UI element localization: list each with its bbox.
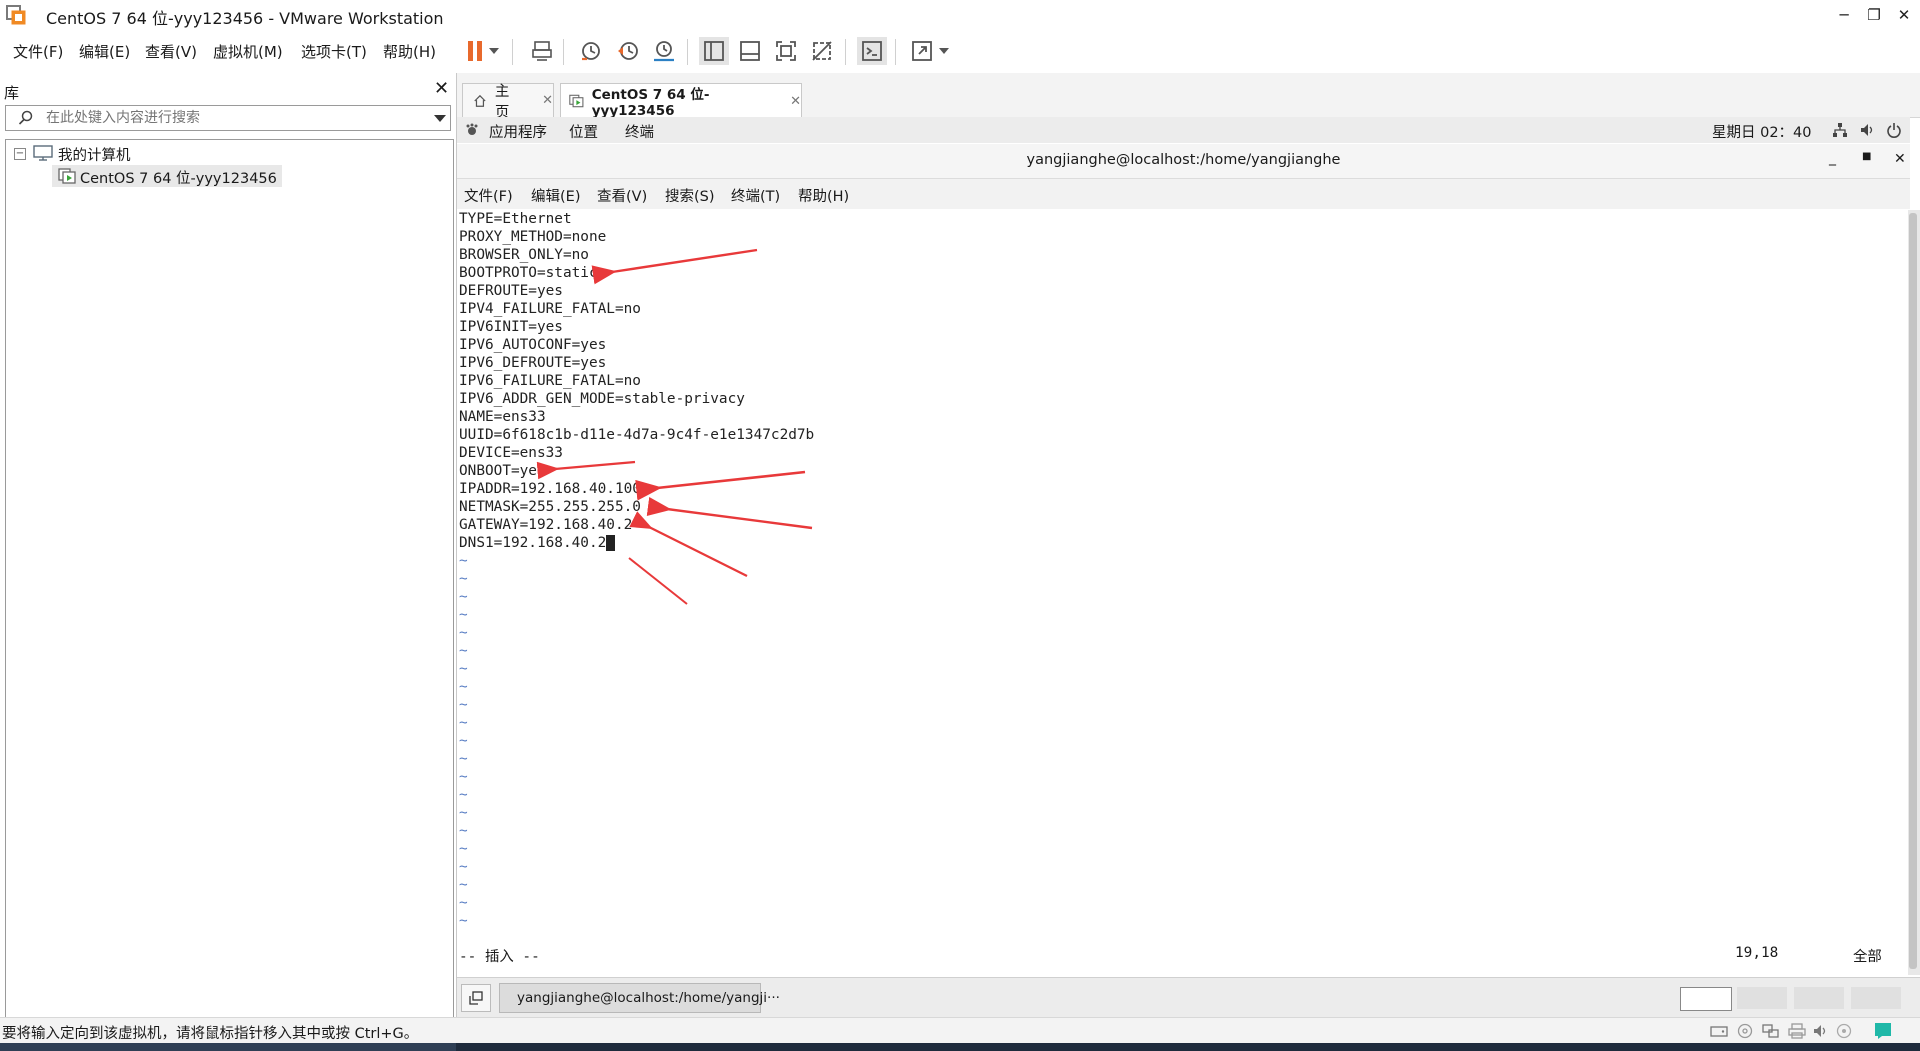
network-adapter-icon[interactable] [1762, 1023, 1780, 1039]
menu-vm[interactable]: 虚拟机(M) [213, 41, 283, 62]
status-message: 要将输入定向到该虚拟机，请将鼠标指针移入其中或按 Ctrl+G。 [2, 1026, 419, 1042]
library-tree: − 我的计算机 CentOS 7 64 位-yyy123456 [5, 139, 454, 1019]
fullscreen-icon[interactable] [771, 37, 801, 65]
printer-icon[interactable] [1788, 1023, 1806, 1039]
workspace-2[interactable] [1737, 987, 1787, 1009]
taskbar-terminal-task[interactable]: yangjianghe@localhost:/home/yangji··· [499, 983, 780, 1013]
minimize-button[interactable]: ─ [1827, 2, 1861, 28]
tab-home-close-icon[interactable]: ✕ [542, 93, 553, 108]
show-desktop-icon [469, 991, 483, 1005]
tab-vm-label: CentOS 7 64 位-yyy123456 [591, 87, 710, 119]
guest-clock[interactable]: 星期日 02：40 [1712, 121, 1812, 142]
terminal-task-label: yangjianghe@localhost:/home/yangji··· [517, 990, 780, 1006]
pause-dropdown-icon[interactable] [485, 37, 503, 65]
tree-collapse-icon[interactable]: − [14, 148, 26, 160]
message-log-icon[interactable] [1874, 1022, 1892, 1040]
search-dropdown-icon[interactable] [434, 115, 446, 122]
sound-card-icon[interactable] [1813, 1023, 1829, 1039]
guest-apps-menu[interactable]: 应用程序 [489, 121, 547, 142]
console-view-icon[interactable] [857, 37, 887, 65]
unity-mode-icon[interactable] [807, 37, 837, 65]
guest-taskbar: yangjianghe@localhost:/home/yangji··· [457, 977, 1920, 1017]
show-library-icon[interactable] [699, 37, 729, 65]
workspace-3[interactable] [1794, 987, 1844, 1009]
menu-tabs[interactable]: 选项卡(T) [301, 41, 367, 62]
hard-disk-icon[interactable] [1710, 1023, 1728, 1039]
terminal-menu-help[interactable]: 帮助(H) [798, 185, 849, 206]
host-taskbar-strip [0, 1043, 1920, 1051]
restore-button[interactable]: ❐ [1857, 2, 1891, 28]
vim-mode: -- 插入 -- [459, 949, 540, 965]
menu-edit[interactable]: 编辑(E) [79, 41, 130, 62]
vim-status-line: -- 插入 -- 19,18 全部 [457, 945, 1910, 967]
menu-help[interactable]: 帮助(H) [383, 41, 436, 62]
terminal-menu-search[interactable]: 搜索(S) [665, 185, 715, 206]
annotation-arrows [536, 248, 813, 605]
terminal-title: yangjianghe@localhost:/home/yangjianghe [1026, 152, 1341, 168]
tab-vm[interactable]: CentOS 7 64 位-yyy123456 ✕ [560, 83, 802, 119]
library-search-box [5, 105, 451, 131]
stretch-dropdown-icon[interactable] [935, 37, 953, 65]
vm-running-icon [58, 168, 76, 184]
window-title: CentOS 7 64 位-yyy123456 - VMware Worksta… [46, 9, 444, 28]
tab-home[interactable]: 主页 ✕ [462, 83, 554, 121]
tree-item-vm[interactable]: CentOS 7 64 位-yyy123456 [52, 165, 282, 187]
computer-icon [33, 145, 53, 161]
vim-cursor-position: 19,18 [1735, 945, 1779, 961]
terminal-minimize-button[interactable]: _ [1829, 150, 1836, 166]
search-icon [18, 110, 33, 125]
window-titlebar: CentOS 7 64 位-yyy123456 - VMware Worksta… [0, 0, 1920, 29]
guest-terminal-menu[interactable]: 终端 [625, 121, 654, 142]
menu-file[interactable]: 文件(F) [13, 41, 63, 62]
vm-tab-icon [569, 94, 584, 108]
snapshot-manager-icon[interactable] [649, 37, 679, 65]
thumbnail-bar-icon[interactable] [735, 37, 765, 65]
terminal-scrollbar-thumb[interactable] [1909, 213, 1917, 969]
stretch-guest-icon[interactable] [907, 37, 937, 65]
terminal-menu-terminal[interactable]: 终端(T) [731, 185, 780, 206]
terminal-menubar: 文件(F) 编辑(E) 查看(V) 搜索(S) 终端(T) 帮助(H) [457, 179, 1910, 209]
workspace-1[interactable] [1680, 987, 1732, 1011]
power-icon[interactable] [1886, 122, 1902, 138]
send-keys-icon[interactable] [527, 37, 557, 65]
tree-item-vm-label: CentOS 7 64 位-yyy123456 [80, 171, 277, 187]
terminal-menu-view[interactable]: 查看(V) [597, 185, 647, 206]
guest-places-menu[interactable]: 位置 [569, 121, 598, 142]
terminal-content[interactable]: TYPE=Ethernet PROXY_METHOD=none BROWSER_ON… [457, 210, 1910, 970]
library-panel: 库 ✕ − 我的计算机 CentOS 7 64 位-yyy123456 [0, 73, 457, 1019]
tab-home-label: 主页 [494, 83, 510, 121]
network-icon[interactable] [1832, 122, 1848, 138]
guest-top-bar: 应用程序 位置 终端 星期日 02：40 [457, 117, 1910, 143]
vmware-status-bar: 要将输入定向到该虚拟机，请将鼠标指针移入其中或按 Ctrl+G。 [0, 1017, 1920, 1044]
cd-rom-icon[interactable] [1737, 1023, 1753, 1039]
tree-item-my-computer[interactable]: 我的计算机 [58, 144, 131, 165]
close-window-button[interactable]: ✕ [1887, 2, 1920, 28]
terminal-titlebar: yangjianghe@localhost:/home/yangjianghe … [457, 144, 1910, 179]
terminal-menu-file[interactable]: 文件(F) [464, 185, 513, 206]
tab-strip: 主页 ✕ CentOS 7 64 位-yyy123456 ✕ [457, 73, 1920, 121]
library-close-icon[interactable]: ✕ [434, 78, 449, 99]
library-search-input[interactable] [44, 108, 428, 128]
terminal-menu-edit[interactable]: 编辑(E) [531, 185, 580, 206]
usb-icon[interactable] [1836, 1023, 1852, 1039]
revert-snapshot-icon[interactable] [613, 37, 643, 65]
terminal-maximize-button[interactable]: ■ [1862, 151, 1871, 162]
menubar: 文件(F) 编辑(E) 查看(V) 虚拟机(M) 选项卡(T) 帮助(H) [0, 30, 1920, 72]
vim-scroll-indicator: 全部 [1853, 949, 1882, 965]
gnome-foot-icon [466, 123, 478, 135]
tab-vm-close-icon[interactable]: ✕ [790, 94, 801, 109]
snapshot-icon[interactable] [576, 37, 606, 65]
vmware-logo-icon [6, 5, 26, 25]
menu-view[interactable]: 查看(V) [145, 41, 197, 62]
show-desktop-button[interactable] [461, 984, 491, 1012]
home-icon [474, 94, 486, 107]
library-title: 库 [4, 84, 20, 102]
volume-icon[interactable] [1859, 122, 1875, 138]
workspace-4[interactable] [1851, 987, 1901, 1009]
terminal-close-button[interactable]: ✕ [1894, 151, 1906, 167]
